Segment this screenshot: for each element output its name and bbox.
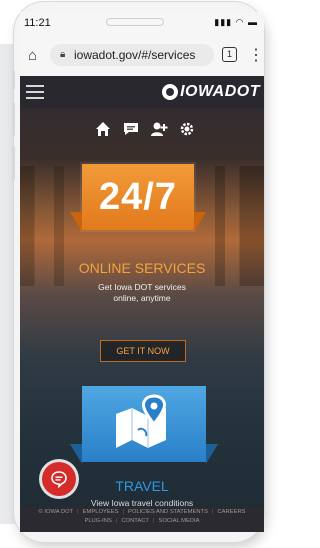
chat-bubble-icon [51, 471, 67, 488]
feedback-icon[interactable] [122, 120, 140, 138]
url-text: iowadot.gov/#/services [74, 48, 196, 62]
logo-mark-icon [162, 84, 179, 100]
travel-badge[interactable] [70, 386, 218, 464]
signal-wifi-battery-icon: ▮▮▮ ◠ ▬ [214, 17, 258, 27]
site-header: IOWADOT [20, 76, 264, 108]
map-icon [116, 394, 166, 448]
badge-247-text: 24/7 [99, 176, 177, 218]
address-bar[interactable]: 🔒︎ iowadot.gov/#/services [50, 44, 214, 66]
home-icon[interactable]: ⌂ [28, 47, 37, 64]
footer-copyright: © IOWA DOT [38, 509, 74, 515]
status-bar: 11:21 ▮▮▮ ◠ ▬ [20, 12, 264, 34]
footer-link-social-media[interactable]: SOCIAL MEDIA [158, 518, 199, 524]
online-services-desc-line2: online, anytime [113, 293, 171, 303]
logo-text: IOWADOT [180, 83, 260, 100]
notch [106, 18, 164, 26]
lock-icon: 🔒︎ [60, 49, 66, 60]
phone-side-button [12, 146, 15, 180]
site-content: IOWADOT 24/7 ONLINE SERVICES Get Iowa DO… [20, 76, 264, 532]
quick-links [94, 120, 196, 138]
footer-link-careers[interactable]: CAREERS [217, 509, 245, 515]
home-icon[interactable] [94, 120, 112, 138]
hamburger-menu-icon[interactable] [26, 85, 44, 99]
footer-link-contact[interactable]: CONTACT [121, 518, 149, 524]
phone-side-button [12, 70, 15, 90]
phone-side-button [12, 102, 15, 136]
account-add-icon[interactable] [150, 120, 168, 138]
get-it-now-button[interactable]: GET IT NOW [100, 340, 186, 362]
footer-link-employees[interactable]: EMPLOYEES [83, 509, 119, 515]
chat-button[interactable] [42, 462, 76, 496]
footer-link-policies[interactable]: POLICIES AND STATEMENTS [128, 509, 208, 515]
footer-link-plugins[interactable]: PLUG-INS [84, 518, 111, 524]
iowadot-logo[interactable]: IOWADOT [162, 83, 260, 101]
phone-screen: 11:21 ▮▮▮ ◠ ▬ ⌂ 🔒︎ iowadot.gov/#/service… [20, 12, 264, 532]
tabs-icon[interactable]: 1 [222, 47, 237, 62]
settings-icon[interactable] [178, 120, 196, 138]
site-footer: © IOWA DOT | EMPLOYEES | POLICIES AND STAT… [20, 506, 264, 532]
online-services-desc-line1: Get Iowa DOT services [98, 282, 186, 292]
browser-toolbar: ⌂ 🔒︎ iowadot.gov/#/services 1 ⋮ [20, 34, 264, 77]
overflow-menu-icon[interactable]: ⋮ [248, 45, 264, 65]
status-time: 11:21 [24, 17, 51, 29]
online-services-badge[interactable]: 24/7 [70, 164, 206, 232]
online-services-title[interactable]: ONLINE SERVICES [20, 260, 264, 276]
